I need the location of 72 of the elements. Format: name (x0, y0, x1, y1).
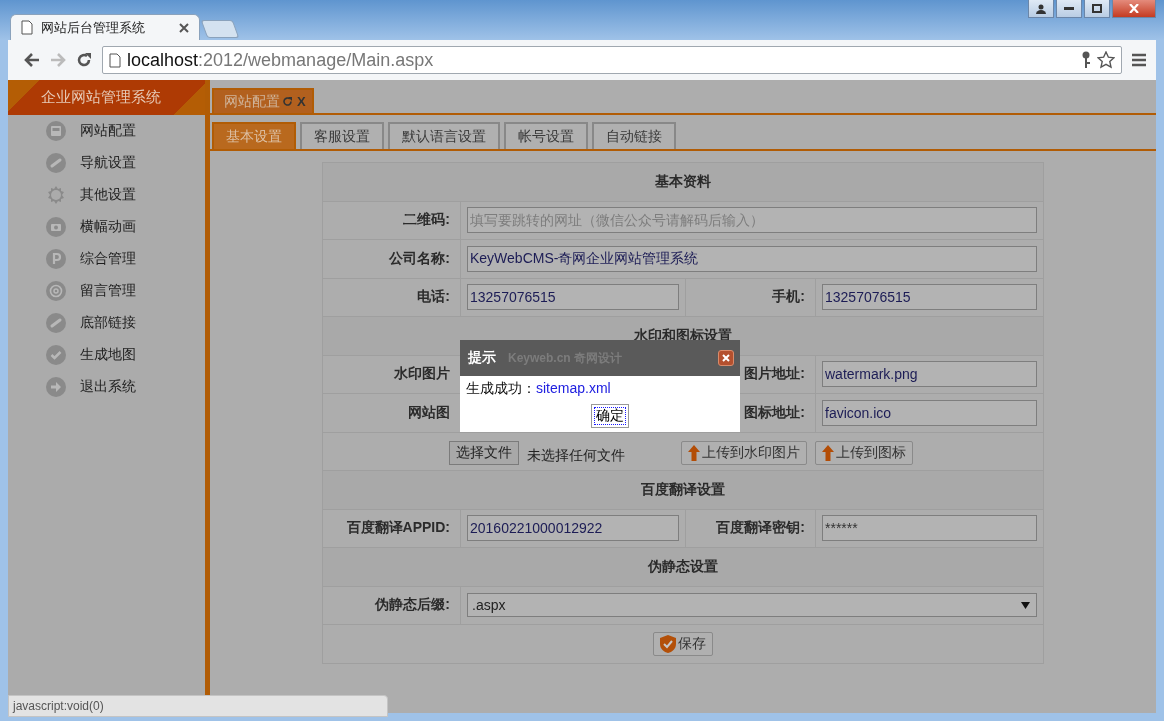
menu-icon[interactable] (1132, 53, 1146, 67)
tab-label: 网站配置 (224, 92, 280, 111)
settings-tab[interactable]: 自动链接 (592, 122, 676, 149)
gear-icon (46, 185, 66, 205)
select-value: .aspx (472, 597, 506, 614)
key-icon[interactable] (1081, 51, 1091, 69)
sidebar-item[interactable]: 底部链接 (8, 307, 205, 339)
ok-button[interactable]: 确定 (591, 404, 629, 428)
sidebar-item[interactable]: 综合管理 (8, 243, 205, 275)
text-field[interactable]: KeyWebCMS-奇网企业网站管理系统 (467, 245, 1037, 272)
p-letter-icon (46, 249, 66, 269)
status-bar: javascript:void(0) (8, 695, 388, 717)
arrow-up-icon (822, 445, 834, 461)
arrow-up-icon (688, 445, 700, 461)
page-icon (21, 20, 33, 35)
page-icon (109, 52, 121, 68)
save-button[interactable]: 保存 (653, 631, 713, 656)
settings-tab[interactable]: 帐号设置 (504, 122, 588, 149)
sitemap-link[interactable]: sitemap.xml (536, 380, 611, 396)
sidebar-item[interactable]: 退出系统 (8, 371, 205, 403)
text-field[interactable]: 13257076515 (467, 284, 679, 311)
section-heading: 伪静态设置 (323, 548, 1043, 587)
refresh-icon[interactable] (282, 96, 293, 107)
upload-button[interactable]: 上传到水印图片 (681, 441, 807, 465)
reload-icon[interactable] (76, 52, 92, 68)
minimize-icon (1064, 6, 1074, 11)
field-label: 公司名称: (323, 240, 461, 279)
sidebar-item[interactable]: 横幅动画 (8, 211, 205, 243)
section-heading: 百度翻译设置 (323, 471, 1043, 510)
camera-icon (46, 217, 66, 237)
star-icon[interactable] (1097, 51, 1115, 69)
choose-file-button[interactable]: 选择文件 (449, 441, 519, 465)
maximize-button[interactable] (1084, 0, 1110, 18)
tab-title: 网站后台管理系统 (41, 18, 146, 37)
browser-tab[interactable]: 网站后台管理系统 (10, 14, 200, 40)
shield-check-icon (660, 634, 676, 653)
close-button[interactable] (718, 350, 734, 366)
text-field[interactable]: favicon.ico (822, 399, 1037, 426)
upload-button[interactable]: 上传到图标 (815, 441, 913, 465)
field-label: 伪静态后缀: (323, 586, 461, 625)
arrow-right-icon (46, 377, 66, 397)
sidebar-item[interactable]: 导航设置 (8, 147, 205, 179)
text-field[interactable]: 20160221000012922 (467, 515, 679, 542)
maximize-icon (1092, 4, 1102, 13)
select-field[interactable]: .aspx (467, 593, 1037, 618)
address-bar[interactable]: localhost:2012/webmanage/Main.aspx (102, 46, 1122, 74)
user-icon (1036, 3, 1046, 14)
section-heading: 基本资料 (323, 163, 1043, 202)
back-icon[interactable] (24, 53, 40, 67)
text-field[interactable]: ****** (822, 515, 1037, 542)
text-field[interactable]: 13257076515 (822, 284, 1037, 311)
dropdown-arrow-icon (1021, 601, 1030, 609)
user-button[interactable] (1028, 0, 1054, 18)
sidebar-title: 企业网站管理系统 (8, 80, 205, 115)
field-label: 二维码: (323, 201, 461, 240)
sidebar-item[interactable]: 网站配置 (8, 115, 205, 147)
close-icon[interactable] (179, 22, 189, 33)
url-text: localhost:2012/webmanage/Main.aspx (127, 49, 434, 71)
window-icon (46, 121, 66, 141)
file-status: 未选择任何文件 (527, 447, 625, 465)
sidebar-item[interactable]: 生成地图 (8, 339, 205, 371)
text-field[interactable]: watermark.png (822, 361, 1037, 388)
close-icon (1129, 4, 1139, 13)
dialog-message: 生成成功：sitemap.xml (466, 380, 612, 398)
minimize-button[interactable] (1056, 0, 1082, 18)
settings-tab[interactable]: 默认语言设置 (388, 122, 500, 149)
sidebar-item[interactable]: 其他设置 (8, 179, 205, 211)
close-icon (721, 353, 731, 363)
sidebar-item[interactable]: 留言管理 (8, 275, 205, 307)
settings-tab[interactable]: 客服设置 (300, 122, 384, 149)
close-button[interactable] (1112, 0, 1156, 18)
check-icon (46, 345, 66, 365)
